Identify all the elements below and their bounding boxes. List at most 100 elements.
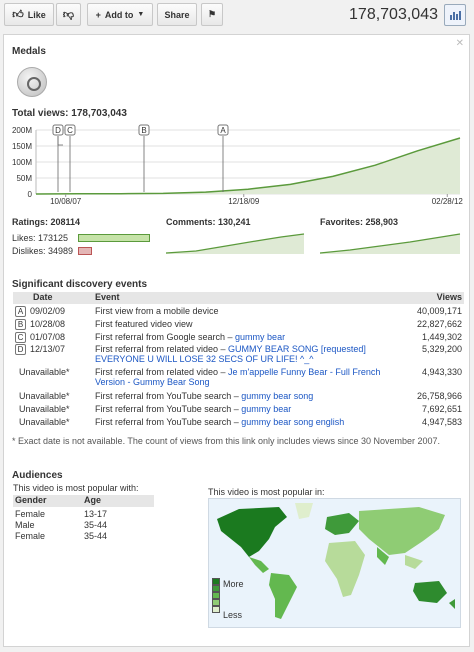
events-footnote: * Exact date is not available. The count…	[12, 436, 441, 446]
view-count: 178,703,043	[349, 6, 438, 23]
date-text: 01/07/08	[30, 332, 66, 342]
event-views: 1,449,302	[421, 332, 462, 342]
event-description: First featured video view	[95, 319, 193, 329]
stats-panel: ✕ Medals Total views: 178,703,043 200M 15…	[3, 34, 470, 647]
event-description: First referral from Google search – gumm…	[95, 332, 286, 342]
flag-icon: ⚑	[207, 9, 217, 19]
event-marker-label: B	[141, 126, 146, 135]
event-date: Unavailable*	[19, 391, 70, 401]
add-to-label: Add to	[104, 9, 134, 20]
action-toolbar: 👍︎ Like 👎︎ + Add to ▼ Share ⚑ 178,703,04…	[0, 0, 474, 32]
total-views-chart: 200M 150M 100M 50M 0 10/08/07 12/18/09 02/28/12…	[12, 124, 464, 206]
event-marker-icon: B	[15, 319, 26, 331]
x-tick-label: 02/28/12	[432, 197, 464, 206]
event-description: First referral from YouTube search – gum…	[95, 391, 314, 401]
popular-in-label: This video is most popular in:	[208, 487, 325, 497]
popular-with-label: This video is most popular with:	[13, 483, 139, 493]
audience-gender: Female	[15, 531, 46, 541]
x-tick-label: 10/08/07	[50, 197, 82, 206]
event-date: A 09/02/09	[15, 306, 66, 318]
dislikes-bar	[78, 247, 92, 255]
age-column-header: Age	[84, 495, 102, 505]
event-marker-connector	[57, 136, 63, 146]
date-text: 09/02/09	[30, 306, 66, 316]
map-legend	[212, 578, 220, 613]
event-views: 26,758,966	[416, 391, 462, 401]
chevron-down-icon: ▼	[137, 11, 145, 18]
legend-less-label: Less	[223, 610, 243, 620]
like-button[interactable]: 👍︎ Like	[4, 3, 54, 26]
share-label: Share	[164, 9, 190, 20]
world-map-graphic	[217, 503, 455, 619]
event-date: Unavailable*	[19, 404, 70, 414]
legend-swatch	[212, 585, 220, 592]
event-date: B 10/28/08	[15, 319, 65, 331]
dislike-button[interactable]: 👎︎	[56, 3, 81, 26]
dislikes-label: Dislikes: 34989	[12, 246, 74, 256]
event-views: 4,947,583	[421, 417, 462, 427]
comments-sparkline	[166, 233, 305, 254]
legend-swatch	[212, 578, 220, 585]
legend-more-label: More	[223, 579, 244, 589]
bar-chart-icon-bar	[458, 11, 461, 20]
event-link[interactable]: Je m'appelle Funny Bear - Full French Ve…	[95, 367, 380, 387]
y-tick-label: 200M	[12, 126, 32, 135]
y-tick-label: 50M	[16, 174, 32, 183]
event-link[interactable]: gummy bear	[241, 404, 291, 414]
event-description: First referral from YouTube search – gum…	[95, 404, 292, 414]
event-marker-icon: A	[15, 306, 26, 318]
favorites-sparkline	[320, 233, 461, 254]
event-views: 5,329,200	[421, 344, 462, 354]
event-date: C 01/07/08	[15, 332, 66, 344]
audience-age: 13-17	[84, 509, 108, 519]
like-label: Like	[27, 9, 46, 20]
event-views: 22,827,662	[416, 319, 462, 329]
event-link[interactable]: gummy bear	[235, 332, 285, 342]
event-description: First view from a mobile device	[95, 306, 219, 316]
legend-swatch	[212, 606, 220, 613]
event-marker-icon: C	[15, 332, 26, 344]
event-description: First referral from YouTube search – gum…	[95, 417, 345, 427]
date-text: 12/13/07	[30, 344, 66, 354]
y-tick-label: 0	[28, 190, 33, 199]
y-tick-label: 150M	[12, 142, 32, 151]
event-marker-label: C	[67, 126, 73, 135]
event-link[interactable]: GUMMY BEAR SONG [requested] EVERYONE U W…	[95, 344, 366, 364]
audience-age: 35-44	[84, 531, 108, 541]
bar-chart-icon	[449, 15, 452, 20]
audience-table-header: Gender Age	[13, 495, 154, 507]
audience-gender: Female	[15, 509, 46, 519]
discovery-events-title: Significant discovery events	[12, 279, 148, 290]
thumbs-up-icon: 👍︎	[12, 9, 24, 21]
favorites-label: Favorites: 258,903	[320, 217, 399, 227]
event-date: Unavailable*	[19, 417, 70, 427]
likes-label: Likes: 173125	[12, 233, 69, 243]
add-to-button[interactable]: + Add to ▼	[87, 3, 153, 26]
event-description: First referral from related video – Je m…	[95, 367, 381, 387]
views-column-header: Views	[436, 292, 462, 302]
event-column-header: Event	[95, 292, 120, 302]
event-marker-icon: D	[15, 344, 26, 356]
y-tick-label: 100M	[12, 158, 32, 167]
event-link[interactable]: gummy bear song	[241, 391, 313, 401]
event-description: First referral from related video – GUMM…	[95, 344, 366, 364]
flag-button[interactable]: ⚑	[201, 3, 223, 26]
event-views: 40,009,171	[416, 306, 462, 316]
share-button[interactable]: Share	[157, 3, 197, 26]
comments-label: Comments: 130,241	[166, 217, 251, 227]
x-tick-label: 12/18/09	[228, 197, 260, 206]
event-date: D 12/13/07	[15, 344, 66, 356]
audience-gender: Male	[15, 520, 35, 530]
ratings-label: Ratings: 208114	[12, 217, 81, 227]
bar-chart-icon-bar	[455, 14, 458, 20]
legend-swatch	[212, 592, 220, 599]
event-link[interactable]: gummy bear song english	[241, 417, 344, 427]
event-marker-label: D	[55, 126, 61, 135]
event-marker-label: A	[220, 126, 226, 135]
event-date: Unavailable*	[19, 367, 70, 377]
likes-bar	[78, 234, 150, 242]
stats-toggle-button[interactable]	[444, 4, 466, 26]
date-column-header: Date	[33, 292, 53, 302]
event-views: 4,943,330	[421, 367, 462, 377]
world-map[interactable]: More Less	[208, 498, 461, 628]
